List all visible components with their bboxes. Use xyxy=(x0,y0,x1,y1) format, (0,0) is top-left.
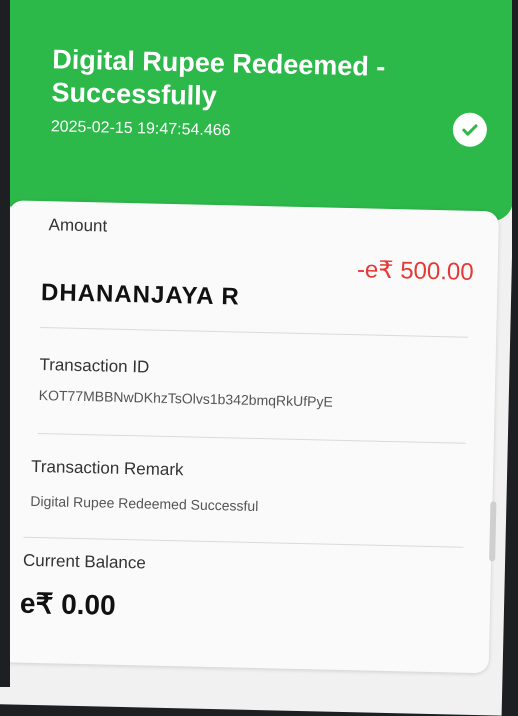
scrollbar[interactable] xyxy=(489,501,497,562)
transaction-details-card: Amount -e₹ 500.00 DHANANJAYA R Transacti… xyxy=(0,200,500,674)
transaction-remark-label: Transaction Remark xyxy=(30,456,184,480)
device-bezel-left xyxy=(0,0,10,687)
divider xyxy=(40,327,469,338)
divider xyxy=(23,536,464,548)
divider xyxy=(37,433,466,444)
page-title: Digital Rupee Redeemed - Successfully xyxy=(51,44,386,111)
recipient-name: DHANANJAYA R xyxy=(40,279,241,311)
amount-value: -e₹ 500.00 xyxy=(356,256,474,286)
check-badge-icon xyxy=(452,112,488,148)
device-bezel-right xyxy=(512,0,518,687)
transaction-remark-value: Digital Rupee Redeemed Successful xyxy=(30,492,259,515)
current-balance-value: e₹ 0.00 xyxy=(19,587,117,621)
transaction-id-value: KOT77MBBNwDKhzTsOlvs1b342bmqRkUfPyE xyxy=(38,387,333,410)
phone-screen: Digital Rupee Redeemed - Successfully 20… xyxy=(0,0,518,716)
success-header: Digital Rupee Redeemed - Successfully 20… xyxy=(0,0,518,222)
amount-label: Amount xyxy=(48,215,108,236)
current-balance-label: Current Balance xyxy=(22,550,147,573)
transaction-id-label: Transaction ID xyxy=(39,355,150,377)
transaction-timestamp: 2025-02-15 19:47:54.466 xyxy=(50,118,231,140)
